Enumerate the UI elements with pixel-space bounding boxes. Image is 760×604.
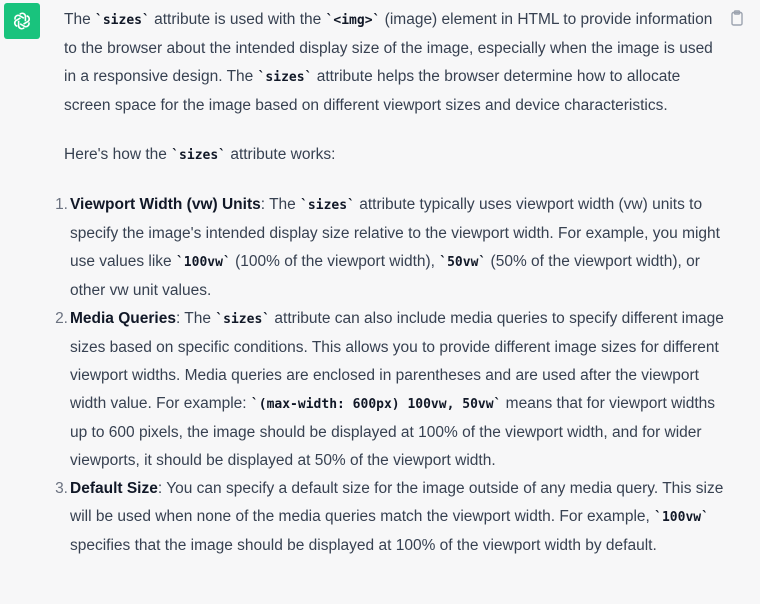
howto-text: attribute works: [226,146,336,163]
inline-code: `sizes` [300,198,355,213]
inline-code: `sizes` [215,312,271,327]
copy-button[interactable] [728,9,746,27]
list-item-text: : The [260,196,301,213]
openai-logo-icon [13,12,31,30]
list-item-text: specifies that the image should be displ… [70,537,657,554]
list-item-text: (100% of the viewport width), [230,253,440,270]
intro-paragraph: The `sizes` attribute is used with the `… [64,6,724,120]
list-item: 1. Viewport Width (vw) Units: The `sizes`… [55,191,724,305]
inline-code: `sizes` [95,13,150,28]
list-item-title: Viewport Width (vw) Units [70,196,261,213]
list-item-text: : The [175,310,216,327]
howto-text: Here's how the [64,146,172,163]
list-item-title: Media Queries [70,310,176,327]
list-number: 3. [55,480,68,497]
list-item-text: : You can specify a default size for the… [70,480,724,525]
list-number: 2. [55,310,68,327]
assistant-message: The `sizes` attribute is used with the `… [55,6,724,560]
list-item-title: Default Size [70,480,158,497]
list-item: 3. Default Size: You can specify a defaul… [55,475,724,560]
inline-code: `100vw` [175,255,231,270]
inline-code: `(max-width: 600px) 100vw, 50vw` [250,397,502,412]
inline-code: `sizes` [257,70,313,85]
inline-code: `50vw` [439,255,487,270]
inline-code: `100vw` [654,510,709,525]
attribute-points-list: 1. Viewport Width (vw) Units: The `sizes`… [55,191,724,560]
intro-text: The [64,11,96,28]
intro-text: attribute is used with the [149,11,326,28]
clipboard-icon [731,10,743,26]
assistant-avatar [4,3,40,39]
list-number: 1. [55,196,68,213]
inline-code: `sizes` [171,148,227,163]
howto-paragraph: Here's how the `sizes` attribute works: [64,141,724,170]
list-item: 2. Media Queries: The `sizes` attribute c… [55,305,724,475]
inline-code: `<img>` [325,13,381,28]
